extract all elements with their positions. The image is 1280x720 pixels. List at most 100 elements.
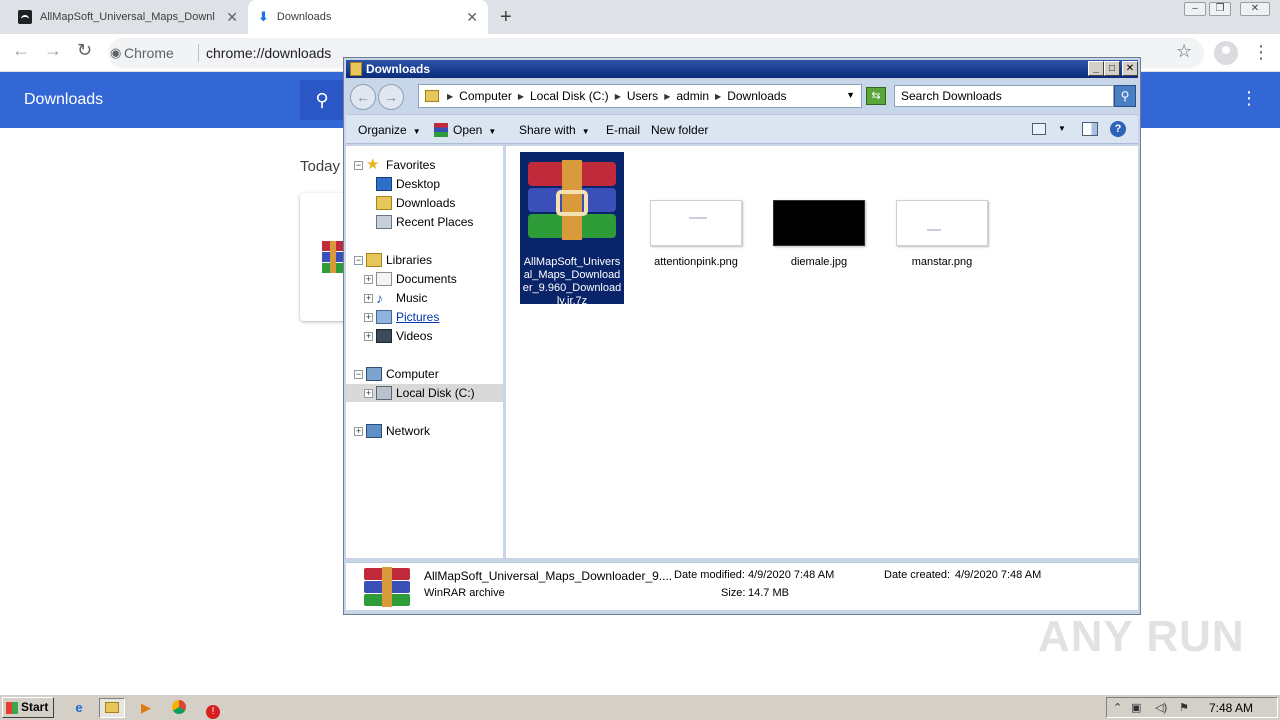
file-name: diemale.jpg — [790, 256, 848, 268]
date-created-value: 4/9/2020 7:48 AM — [955, 569, 1042, 581]
chevron-down-icon: ▼ — [488, 127, 497, 136]
close-tab-icon[interactable]: ✕ — [466, 9, 478, 26]
refresh-icon[interactable]: ⇆ — [866, 87, 886, 105]
search-icon[interactable]: ⚲ — [1114, 85, 1136, 107]
tab-downloads[interactable]: ⬇ Downloads ✕ — [248, 0, 488, 34]
nav-favorites[interactable]: − ★ Favorites — [346, 156, 503, 174]
file-item-rar-archive[interactable]: AllMapSoft_Universal_Maps_Downloader_9.9… — [520, 152, 624, 307]
minimize-icon[interactable]: _ — [1088, 61, 1104, 76]
change-view-icon[interactable] — [1032, 123, 1046, 135]
more-options-icon[interactable]: ⋮ — [1240, 88, 1258, 109]
collapse-icon[interactable]: − — [354, 370, 363, 379]
expand-icon[interactable]: + — [364, 313, 373, 322]
expand-icon[interactable]: + — [364, 332, 373, 341]
start-button[interactable]: Start — [2, 697, 54, 718]
nav-documents[interactable]: + Documents — [346, 270, 503, 288]
file-item-diemale[interactable]: diemale.jpg — [767, 152, 871, 304]
forward-arrow-icon[interactable]: → — [378, 84, 404, 110]
show-hidden-icons-icon[interactable]: ⌃ — [1113, 701, 1122, 714]
nav-label: Documents — [396, 272, 457, 286]
back-arrow-icon[interactable]: ← — [12, 40, 30, 61]
bookmark-star-icon[interactable]: ☆ — [1176, 41, 1192, 62]
music-icon: ♪ — [376, 290, 383, 306]
new-tab-button[interactable]: + — [500, 6, 512, 29]
network-tray-icon[interactable]: ▣ — [1131, 701, 1141, 714]
media-player-icon[interactable]: ▶ — [133, 698, 159, 718]
thumbnail-line — [689, 217, 707, 219]
taskbar-clock[interactable]: 7:48 AM — [1209, 701, 1253, 715]
nav-desktop[interactable]: Desktop — [346, 175, 503, 193]
thumbnail-line — [927, 229, 941, 231]
nav-label: Network — [386, 424, 431, 438]
nav-recent-places[interactable]: Recent Places — [346, 213, 503, 231]
expand-icon[interactable]: + — [364, 294, 373, 303]
explorer-window: Downloads _ □ ✕ ← → ▶ Computer ▶ Local D… — [343, 57, 1141, 615]
breadcrumb-downloads[interactable]: Downloads — [727, 89, 786, 103]
nav-libraries[interactable]: − Libraries — [346, 251, 503, 269]
nav-music[interactable]: + ♪ Music — [346, 289, 503, 307]
date-modified-value: 4/9/2020 7:48 AM — [748, 569, 835, 581]
maximize-icon[interactable]: □ — [1104, 61, 1120, 76]
reload-icon[interactable]: ↻ — [77, 40, 92, 61]
close-window-icon[interactable]: ✕ — [1240, 2, 1270, 16]
collapse-icon[interactable]: − — [354, 256, 363, 265]
nav-local-disk[interactable]: + Local Disk (C:) — [346, 384, 503, 402]
breadcrumb-users[interactable]: Users — [627, 89, 658, 103]
explorer-titlebar[interactable]: Downloads _ □ ✕ — [346, 60, 1138, 78]
search-input[interactable]: Search Downloads — [894, 85, 1114, 107]
volume-icon[interactable]: ◁) — [1155, 701, 1167, 714]
chevron-right-icon[interactable]: ▶ — [447, 92, 453, 101]
breadcrumb-local-disk[interactable]: Local Disk (C:) — [530, 89, 609, 103]
preview-pane-icon[interactable] — [1082, 122, 1098, 136]
expand-icon[interactable]: + — [354, 427, 363, 436]
pictures-icon — [376, 310, 392, 324]
chevron-right-icon[interactable]: ▶ — [518, 92, 524, 101]
organize-button[interactable]: Organize ▼ — [358, 123, 421, 137]
file-item-manstar[interactable]: manstar.png — [890, 152, 994, 304]
restore-window-icon[interactable]: ❐ — [1209, 2, 1231, 16]
nav-label: Downloads — [396, 196, 456, 210]
chevron-right-icon[interactable]: ▶ — [715, 92, 721, 101]
details-pane: AllMapSoft_Universal_Maps_Downloader_9..… — [346, 562, 1138, 610]
stop-app-icon[interactable]: ! — [200, 698, 226, 719]
collapse-icon[interactable]: − — [354, 161, 363, 170]
file-item-attentionpink[interactable]: attentionpink.png — [644, 152, 748, 304]
expand-icon[interactable]: + — [364, 389, 373, 398]
forward-arrow-icon[interactable]: → — [44, 40, 62, 61]
new-folder-button[interactable]: New folder — [651, 123, 708, 137]
chevron-down-icon[interactable]: ▼ — [846, 90, 855, 100]
help-icon[interactable]: ? — [1110, 121, 1126, 137]
nav-videos[interactable]: + Videos — [346, 327, 503, 345]
omnibox-url[interactable]: chrome://downloads — [206, 45, 331, 61]
breadcrumb-computer[interactable]: Computer — [459, 89, 512, 103]
nav-network[interactable]: + Network — [346, 422, 503, 440]
breadcrumb-admin[interactable]: admin — [676, 89, 709, 103]
back-arrow-icon[interactable]: ← — [350, 84, 376, 110]
size-value: 14.7 MB — [748, 587, 789, 599]
minimize-window-icon[interactable]: – — [1184, 2, 1206, 16]
close-icon[interactable]: ✕ — [1122, 61, 1138, 76]
expand-icon[interactable]: + — [364, 275, 373, 284]
chevron-down-icon[interactable]: ▼ — [1058, 124, 1066, 133]
nav-label: Libraries — [386, 253, 433, 267]
explorer-taskbar-icon[interactable] — [99, 698, 125, 718]
open-button[interactable]: Open ▼ — [434, 123, 496, 137]
explorer-address-bar[interactable]: ▶ Computer ▶ Local Disk (C:) ▶ Users ▶ a… — [418, 84, 862, 108]
browser-menu-icon[interactable]: ⋮ — [1252, 42, 1270, 63]
nav-computer[interactable]: − Computer — [346, 365, 503, 383]
nav-pictures[interactable]: + Pictures — [346, 308, 503, 326]
nav-downloads[interactable]: Downloads — [346, 194, 503, 212]
internet-explorer-icon[interactable]: e — [66, 698, 92, 718]
tab-allmapsoft[interactable]: AllMapSoft_Universal_Maps_Downlo ✕ — [8, 0, 248, 34]
search-icon[interactable]: ⚲ — [300, 80, 344, 120]
date-section-heading: Today — [300, 158, 341, 175]
image-thumbnail — [650, 200, 742, 246]
share-with-button[interactable]: Share with ▼ — [519, 123, 590, 137]
chrome-taskbar-icon[interactable] — [166, 698, 192, 718]
close-tab-icon[interactable]: ✕ — [226, 9, 238, 26]
profile-avatar-icon[interactable] — [1214, 41, 1238, 65]
chevron-right-icon[interactable]: ▶ — [615, 92, 621, 101]
chevron-right-icon[interactable]: ▶ — [664, 92, 670, 101]
action-center-flag-icon[interactable]: ⚑ — [1179, 701, 1189, 714]
email-button[interactable]: E-mail — [606, 123, 640, 137]
